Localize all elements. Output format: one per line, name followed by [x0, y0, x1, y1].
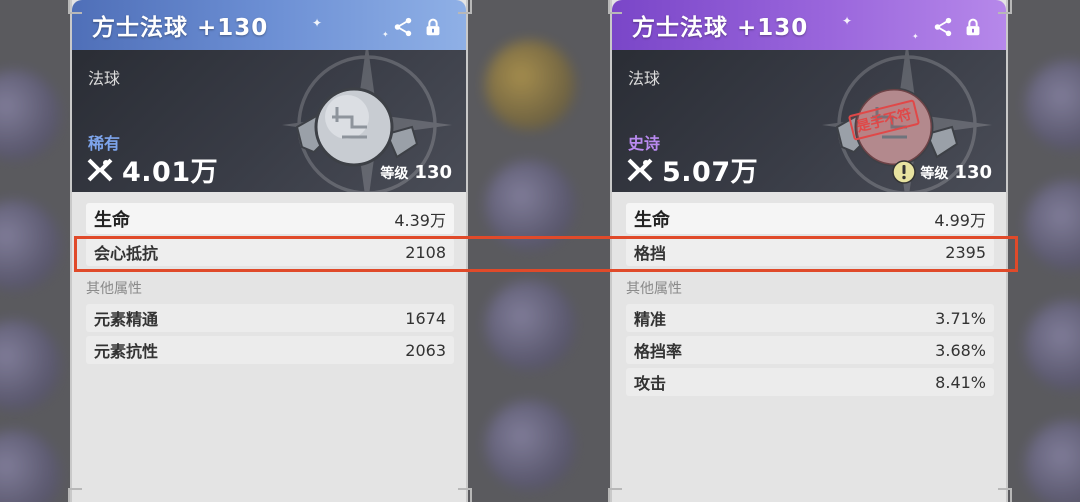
power-icon [627, 158, 653, 181]
level-label: 等级 [380, 165, 409, 182]
share-icon[interactable] [392, 16, 414, 38]
item-hero: 法球 是手不符 史诗 5.07万 等级 130 [612, 50, 1006, 192]
stat-value: 3.68% [935, 340, 986, 360]
background-orb [0, 320, 60, 410]
background-orb [485, 160, 575, 250]
item-title: 方士法球 +130 [92, 15, 269, 41]
item-hero: 法球 稀有 4.01万 等级 130 [72, 50, 466, 192]
corner-ornament [608, 0, 622, 14]
stat-value: 8.41% [935, 372, 986, 392]
level-value: 130 [954, 162, 992, 183]
stat-label: 元素精通 [94, 310, 159, 329]
corner-ornament [68, 488, 82, 502]
item-type: 法球 [628, 69, 661, 88]
stats-panel: 生命 4.99万 格挡 2395 其他属性 精准 3.71% 格挡率 3.68%… [626, 203, 994, 400]
item-level: 等级 130 [920, 162, 992, 183]
main-stat-row: 格挡 2395 [626, 238, 994, 266]
level-label: 等级 [920, 165, 949, 182]
main-stat-row: 生命 4.99万 [626, 203, 994, 234]
other-stat-row: 格挡率 3.68% [626, 336, 994, 364]
stats-panel: 生命 4.39万 会心抵抗 2108 其他属性 元素精通 1674 元素抗性 2… [86, 203, 454, 368]
stat-label: 攻击 [634, 374, 667, 393]
corner-ornament [458, 488, 472, 502]
power-value: 4.01万 [122, 157, 219, 188]
power-score: 4.01万 [86, 150, 218, 189]
item-card-current: 方士法球 +130 ✦ ✦ 法球 稀有 4.01万 等级 130 生命 4.39… [72, 0, 466, 502]
background-orb [1025, 60, 1080, 150]
stat-value: 2063 [405, 340, 446, 360]
lock-icon[interactable] [422, 16, 444, 38]
stat-value: 4.99万 [934, 210, 986, 230]
background-orb [1025, 420, 1080, 502]
lock-icon[interactable] [962, 16, 984, 38]
sparkle-icon: ✦ [842, 14, 853, 28]
background-orb [1025, 300, 1080, 390]
stat-label: 元素抗性 [94, 342, 159, 361]
main-stat-row: 生命 4.39万 [86, 203, 454, 234]
item-level: 等级 130 [380, 162, 452, 183]
power-value: 5.07万 [662, 157, 759, 188]
card-header: 方士法球 +130 ✦ ✦ [72, 0, 466, 50]
corner-ornament [608, 488, 622, 502]
stat-label: 精准 [634, 310, 667, 329]
stat-value: 4.39万 [394, 210, 446, 230]
warning-icon[interactable] [892, 160, 916, 184]
main-stat-row: 会心抵抗 2108 [86, 238, 454, 266]
stat-value: 2395 [945, 242, 986, 262]
sparkle-icon: ✦ [312, 16, 323, 30]
background-orb [485, 400, 575, 490]
item-card-compare: 方士法球 +130 ✦ ✦ 法球 是手不符 史诗 5.07万 等级 130 生命… [612, 0, 1006, 502]
power-icon [87, 158, 113, 181]
other-stats-list: 精准 3.71% 格挡率 3.68% 攻击 8.41% [626, 304, 994, 396]
power-score: 5.07万 [626, 150, 758, 189]
stat-label: 生命 [94, 209, 130, 231]
background-orb [0, 200, 60, 290]
other-stats-list: 元素精通 1674 元素抗性 2063 [86, 304, 454, 364]
stat-label: 格挡 [634, 244, 667, 263]
stat-label: 格挡率 [634, 342, 683, 361]
other-stats-heading: 其他属性 [86, 281, 142, 297]
stat-value: 2108 [405, 242, 446, 262]
stat-label: 会心抵抗 [94, 244, 159, 263]
background-orb [485, 40, 575, 130]
background-orb [485, 280, 575, 370]
stat-label: 生命 [634, 209, 670, 231]
stat-value: 1674 [405, 308, 446, 328]
other-stats-heading: 其他属性 [626, 281, 682, 297]
other-stat-row: 元素精通 1674 [86, 304, 454, 332]
corner-ornament [998, 488, 1012, 502]
corner-ornament [68, 0, 82, 14]
level-value: 130 [414, 162, 452, 183]
item-title: 方士法球 +130 [632, 15, 809, 41]
corner-ornament [458, 0, 472, 14]
sparkle-icon: ✦ [382, 30, 389, 39]
other-stat-row: 元素抗性 2063 [86, 336, 454, 364]
sparkle-icon: ✦ [912, 32, 919, 41]
other-stat-row: 攻击 8.41% [626, 368, 994, 396]
background-orb [0, 70, 60, 160]
other-stat-row: 精准 3.71% [626, 304, 994, 332]
background-orb [1025, 180, 1080, 270]
background-orb [0, 430, 60, 502]
item-type: 法球 [88, 69, 121, 88]
corner-ornament [998, 0, 1012, 14]
card-header: 方士法球 +130 ✦ ✦ [612, 0, 1006, 50]
share-icon[interactable] [932, 16, 954, 38]
stat-value: 3.71% [935, 308, 986, 328]
